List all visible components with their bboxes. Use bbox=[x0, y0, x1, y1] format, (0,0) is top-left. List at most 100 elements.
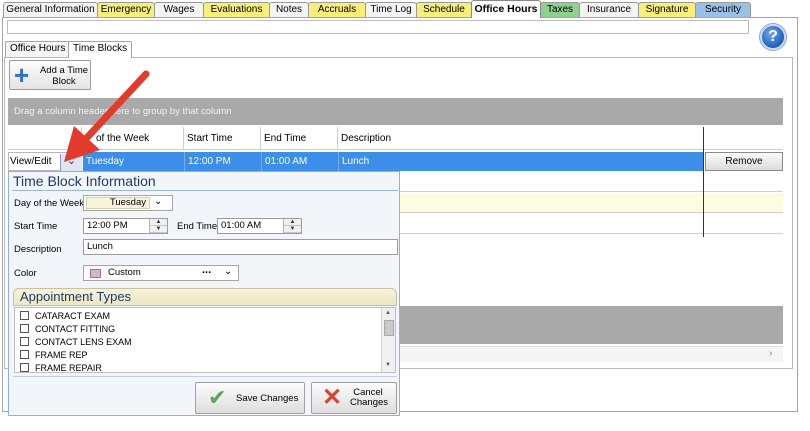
table-row-selected[interactable]: View/Edit ⌄ Tuesday 12:00 PM 01:00 AM Lu… bbox=[8, 152, 783, 171]
cell-start: 12:00 PM bbox=[185, 152, 262, 171]
tab-taxes[interactable]: Taxes bbox=[540, 2, 580, 17]
appt-type-label: CONTACT LENS EXAM bbox=[35, 337, 132, 347]
appointment-types-list: CATARACT EXAM CONTACT FITTING CONTACT LE… bbox=[14, 307, 396, 373]
appt-type-label: FRAME REPAIR bbox=[35, 363, 102, 373]
time-block-popup: Time Block Information Day of the Week T… bbox=[8, 171, 400, 416]
appt-type-label: CATARACT EXAM bbox=[35, 311, 111, 321]
list-item[interactable]: FRAME REP bbox=[20, 349, 88, 361]
tab-office-hours[interactable]: Office Hours bbox=[471, 0, 541, 18]
vertical-scrollbar[interactable]: ▲ ▼ bbox=[381, 308, 395, 372]
spin-down-icon[interactable]: ▼ bbox=[284, 226, 301, 233]
chevron-down-icon[interactable]: ⌄ bbox=[154, 196, 162, 207]
tab-accruals[interactable]: Accruals bbox=[308, 2, 366, 17]
color-swatch bbox=[90, 269, 101, 278]
scroll-down-icon[interactable]: ▼ bbox=[385, 362, 391, 368]
view-edit-cell[interactable]: View/Edit ⌄ bbox=[8, 152, 82, 171]
header-view-edit bbox=[8, 127, 82, 150]
horizontal-scrollbar[interactable]: › bbox=[399, 346, 783, 362]
table-row[interactable] bbox=[399, 193, 783, 213]
remove-button[interactable]: Remove bbox=[705, 152, 783, 171]
tab-notes[interactable]: Notes bbox=[269, 2, 309, 17]
subtab-time-blocks[interactable]: Time Blocks bbox=[68, 41, 133, 58]
appt-type-label: CONTACT FITTING bbox=[35, 324, 116, 334]
description-field[interactable]: Lunch bbox=[83, 239, 398, 255]
spin-down-icon[interactable]: ▼ bbox=[150, 226, 167, 233]
cell-end: 01:00 AM bbox=[262, 152, 339, 171]
tab-insurance[interactable]: Insurance bbox=[579, 2, 639, 17]
end-time-field[interactable]: 01:00 AM ▲ ▼ bbox=[217, 218, 302, 234]
list-item[interactable]: CONTACT LENS EXAM bbox=[20, 336, 132, 348]
tab-general-information[interactable]: General Information bbox=[3, 2, 98, 17]
header-day-of-week[interactable]: of the Week bbox=[82, 127, 184, 150]
list-item[interactable]: CATARACT EXAM bbox=[20, 310, 110, 322]
day-of-week-label: Day of the Week bbox=[14, 198, 85, 209]
cancel-changes-button[interactable]: ✕ Cancel Changes bbox=[311, 382, 397, 414]
save-changes-button[interactable]: ✔ Save Changes bbox=[195, 382, 305, 414]
chevron-down-icon[interactable]: ⌄ bbox=[224, 266, 232, 277]
cell-day: Tuesday bbox=[83, 152, 185, 171]
add-time-block-label: Add a Time Block bbox=[39, 65, 89, 87]
color-label: Color bbox=[14, 268, 37, 279]
grid-footer-area bbox=[399, 306, 783, 344]
color-select[interactable]: Custom ... ⌄ bbox=[83, 264, 239, 281]
tab-security[interactable]: Security bbox=[695, 2, 751, 17]
day-of-week-value: Tuesday bbox=[86, 197, 150, 209]
spin-up-icon[interactable]: ▲ bbox=[150, 219, 167, 226]
header-end-time[interactable]: End Time bbox=[261, 127, 338, 150]
scrollbar-thumb[interactable] bbox=[384, 320, 394, 336]
checkbox[interactable] bbox=[20, 311, 29, 320]
checkbox[interactable] bbox=[20, 337, 29, 346]
column-divider bbox=[703, 127, 704, 237]
add-icon: + bbox=[14, 60, 30, 90]
appointment-types-header: Appointment Types bbox=[13, 288, 397, 306]
chevron-down-icon[interactable]: ⌄ bbox=[60, 154, 82, 171]
list-item[interactable]: FRAME REPAIR bbox=[20, 362, 102, 373]
checkmark-icon: ✔ bbox=[208, 385, 227, 410]
tab-emergency[interactable]: Emergency bbox=[97, 2, 155, 17]
header-start-time[interactable]: Start Time bbox=[184, 127, 261, 150]
start-time-label: Start Time bbox=[14, 221, 58, 232]
save-changes-label: Save Changes bbox=[236, 393, 299, 404]
scroll-right-icon[interactable]: › bbox=[769, 348, 772, 359]
header-description[interactable]: Description bbox=[338, 127, 704, 150]
subtab-office-hours[interactable]: Office Hours bbox=[5, 41, 71, 57]
scroll-up-icon[interactable]: ▲ bbox=[385, 310, 391, 316]
cancel-changes-label: Cancel Changes bbox=[350, 387, 389, 408]
color-value: Custom bbox=[108, 267, 141, 278]
grid-header: of the Week Start Time End Time Descript… bbox=[8, 127, 783, 150]
cell-description: Lunch bbox=[342, 156, 370, 167]
table-row[interactable] bbox=[399, 172, 783, 192]
checkbox[interactable] bbox=[20, 363, 29, 372]
day-of-week-select[interactable]: Tuesday ⌄ bbox=[83, 195, 173, 211]
group-by-bar[interactable]: Drag a column header here to group by th… bbox=[8, 98, 783, 125]
start-time-field[interactable]: 12:00 PM ▲ ▼ bbox=[83, 218, 168, 234]
tab-signature[interactable]: Signature bbox=[638, 2, 696, 17]
list-item[interactable]: CONTACT FITTING bbox=[20, 323, 115, 335]
appt-type-label: FRAME REP bbox=[35, 350, 88, 360]
main-tab-strip: General Information Emergency Wages Evaluat… bbox=[0, 0, 800, 18]
help-button[interactable]: ? bbox=[760, 24, 786, 50]
end-time-label: End Time bbox=[177, 221, 218, 232]
checkbox[interactable] bbox=[20, 350, 29, 359]
tab-evaluations[interactable]: Evaluations bbox=[203, 2, 270, 17]
color-picker-button[interactable]: ... bbox=[202, 264, 211, 276]
spin-up-icon[interactable]: ▲ bbox=[284, 219, 301, 226]
end-time-spinner[interactable]: ▲ ▼ bbox=[283, 219, 301, 233]
selected-row-cells[interactable]: Tuesday 12:00 PM 01:00 AM Lunch bbox=[83, 152, 704, 171]
description-label: Description bbox=[14, 244, 62, 255]
tab-schedule[interactable]: Schedule bbox=[416, 2, 472, 17]
start-time-value: 12:00 PM bbox=[87, 220, 128, 231]
popup-title-divider bbox=[12, 190, 398, 191]
close-icon: ✕ bbox=[322, 384, 343, 411]
start-time-spinner[interactable]: ▲ ▼ bbox=[149, 219, 167, 233]
add-time-block-button[interactable]: + Add a Time Block bbox=[9, 60, 91, 90]
popup-footer-divider bbox=[13, 376, 397, 377]
view-edit-label: View/Edit bbox=[10, 156, 52, 167]
checkbox[interactable] bbox=[20, 324, 29, 333]
popup-title: Time Block Information bbox=[13, 173, 156, 189]
record-field[interactable] bbox=[7, 20, 749, 34]
end-time-value: 01:00 AM bbox=[221, 220, 262, 231]
table-row[interactable] bbox=[399, 214, 783, 234]
tab-wages[interactable]: Wages bbox=[154, 2, 204, 17]
tab-time-log[interactable]: Time Log bbox=[365, 2, 417, 17]
